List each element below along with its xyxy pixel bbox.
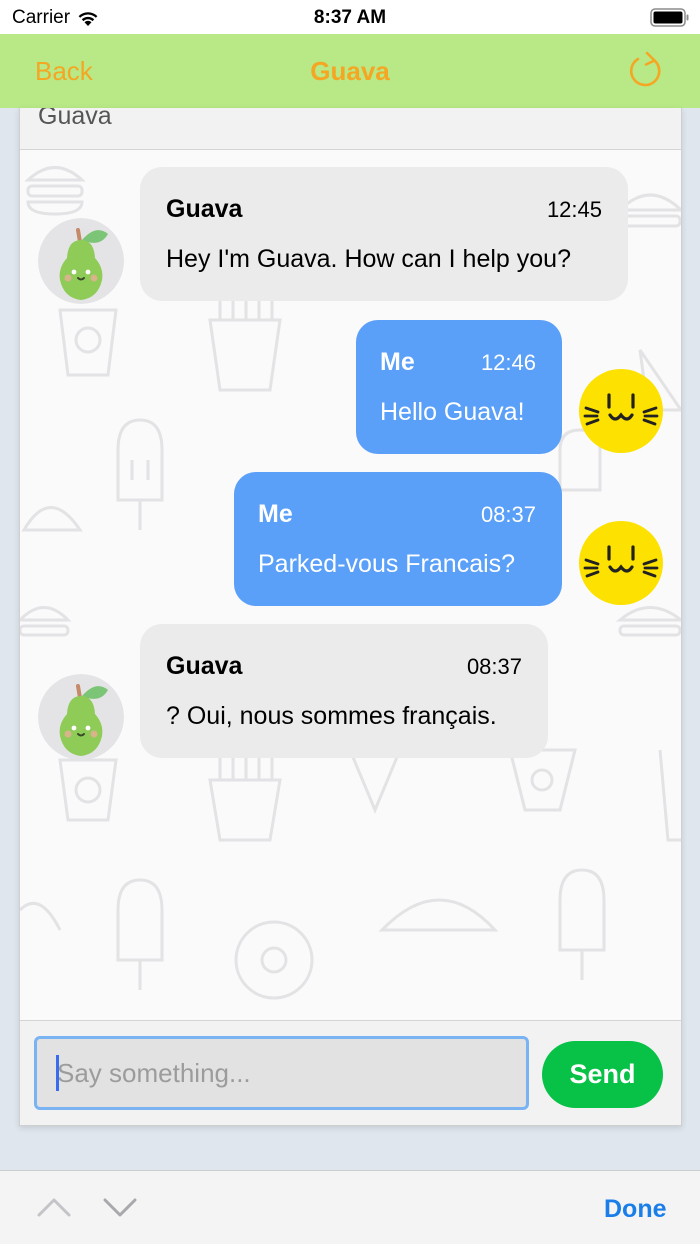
send-button[interactable]: Send <box>542 1041 663 1108</box>
message-text: Hey I'm Guava. How can I help you? <box>166 245 571 273</box>
message-text: ? Oui, nous sommes français. <box>166 702 497 730</box>
chevron-up-icon[interactable] <box>36 1195 72 1219</box>
message-bubble[interactable]: Guava 12:45 Hey I'm Guava. How can I hel… <box>140 167 628 301</box>
navigation-bar: Back Guava <box>0 34 700 108</box>
cat-avatar <box>579 521 663 605</box>
status-time: 8:37 AM <box>313 7 387 28</box>
status-bar: Carrier 8:37 AM <box>0 0 700 34</box>
message-text: Hello Guava! <box>380 398 525 426</box>
message-time: 08:37 <box>480 502 536 527</box>
text-caret <box>56 1055 59 1091</box>
message-bubble[interactable]: Guava 08:37 ? Oui, nous sommes français. <box>140 624 548 758</box>
message-time: 12:45 <box>546 197 602 222</box>
cat-avatar <box>579 369 663 453</box>
message-list[interactable]: Guava 12:45 Hey I'm Guava. How can I hel… <box>20 150 681 1020</box>
message-sender: Guava <box>166 195 243 223</box>
message-sender: Me <box>380 348 415 376</box>
guava-avatar <box>38 218 124 304</box>
message-sender: Guava <box>166 652 243 680</box>
chevron-down-icon[interactable] <box>102 1195 138 1219</box>
chat-header: Guava <box>20 108 681 150</box>
refresh-icon[interactable] <box>626 48 666 92</box>
message-sender: Me <box>258 500 293 528</box>
message-text: Parked-vous Francais? <box>258 550 516 578</box>
chat-card: Guava Guava 12:45 Hey I'm Guava. How can… <box>19 108 682 1126</box>
message-time: 12:46 <box>480 350 536 375</box>
keyboard-toolbar: Done <box>0 1170 700 1244</box>
chat-header-title: Guava <box>38 108 112 130</box>
page-title: Guava <box>310 56 390 86</box>
message-input[interactable] <box>34 1036 529 1110</box>
back-button[interactable]: Back <box>35 56 93 87</box>
guava-avatar <box>38 674 124 760</box>
done-button[interactable]: Done <box>604 1195 667 1224</box>
composer-bar: Send <box>20 1020 681 1125</box>
message-bubble[interactable]: Me 12:46 Hello Guava! <box>356 320 562 454</box>
message-time: 08:37 <box>466 654 522 679</box>
battery-icon <box>650 8 689 27</box>
message-bubble[interactable]: Me 08:37 Parked-vous Francais? <box>234 472 562 606</box>
